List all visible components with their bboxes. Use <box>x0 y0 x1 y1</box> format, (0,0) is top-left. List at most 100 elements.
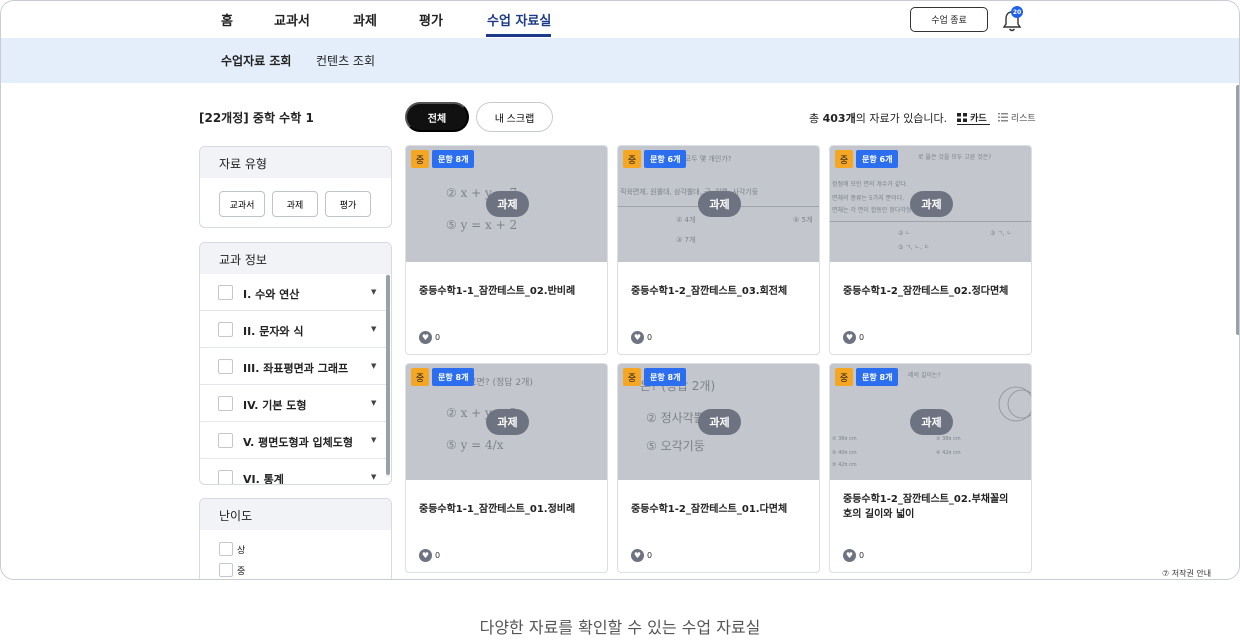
material-card[interactable]: 은? (정답 2개) ② 정사각뿔 ⑤ 오각기둥 과제 중 문항 8개 중등수학… <box>617 363 820 573</box>
card-type-pill: 과제 <box>486 191 529 217</box>
material-card[interactable]: 레의 길이는? ② 36π cm ③ 38π cm ⑤ 40π cm ④ 42π… <box>829 363 1032 573</box>
card-title: 중등수학1-2_잠깐테스트_02.정다면체 <box>843 286 1009 297</box>
total-count-text: 총 403개의 자료가 있습니다. <box>809 110 947 126</box>
view-list-toggle[interactable]: 리스트 <box>998 111 1036 124</box>
unit-label: IV. 기본 도형 <box>243 399 307 412</box>
card-type-pill: 과제 <box>698 191 741 217</box>
subnav-material-search[interactable]: 수업자료 조회 <box>221 52 291 69</box>
thumb-text: 로 옳은 것을 모두 고른 것은? <box>918 154 992 161</box>
thumb-text: ② 4개 <box>676 216 696 224</box>
unit-label: V. 평면도형과 입체도형 <box>243 436 354 449</box>
material-type-title: 자료 유형 <box>200 147 391 178</box>
material-card[interactable]: 로 옳은 것을 모두 고른 것은? 정점에 모인 면의 개수가 같다. 면체의 … <box>829 145 1032 355</box>
heart-icon[interactable]: ♥ <box>419 331 432 344</box>
course-title: [22개정] 중학 수학 1 <box>199 111 314 125</box>
like-count: 0 <box>859 333 865 342</box>
chevron-down-icon[interactable]: ▼ <box>371 473 376 481</box>
screenshot-caption: 다양한 자료를 확인할 수 있는 수업 자료실 <box>479 618 761 637</box>
active-tab-indicator <box>486 34 551 37</box>
unit-checkbox[interactable] <box>218 396 233 411</box>
thumb-text: ⑤ 40π cm <box>832 450 857 456</box>
heart-icon[interactable]: ♥ <box>631 549 644 562</box>
card-title: 중등수학1-1_잠깐테스트_02.반비례 <box>419 286 576 297</box>
nav-textbook[interactable]: 교과서 <box>274 10 310 29</box>
subnav-content-search[interactable]: 컨텐츠 조회 <box>316 52 375 69</box>
unit-list-scrollbar[interactable] <box>386 275 390 475</box>
chevron-down-icon[interactable]: ▼ <box>371 288 376 296</box>
subject-info-panel: 교과 정보 I. 수와 연산 ▼ II. 문자와 식 ▼ III. 좌표평면과 … <box>199 242 392 485</box>
thumb-text: ⑤ y = x + 2 <box>446 218 518 232</box>
unit-row[interactable]: I. 수와 연산 ▼ <box>200 274 386 311</box>
sub-navigation: 수업자료 조회 컨텐츠 조회 <box>1 38 1239 83</box>
difficulty-label: 중 <box>237 567 246 577</box>
tab-my-scrap[interactable]: 내 스크랩 <box>476 102 553 132</box>
material-card[interactable]: ② x + y = 7 ⑤ y = x + 2 과제 중 문항 8개 중등수학1… <box>405 145 608 355</box>
nav-class-materials[interactable]: 수업 자료실 <box>487 10 551 29</box>
filter-textbook-button[interactable]: 교과서 <box>219 191 265 217</box>
heart-icon[interactable]: ♥ <box>419 549 432 562</box>
chevron-down-icon[interactable]: ▼ <box>371 399 376 407</box>
unit-checkbox[interactable] <box>218 285 233 300</box>
material-card[interactable]: 고르면? (정답 2개) ② x + y = 2 ⑤ y = 4/x 과제 중 … <box>405 363 608 573</box>
unit-checkbox[interactable] <box>218 359 233 374</box>
view-list-label: 리스트 <box>1010 114 1036 124</box>
total-prefix: 총 <box>809 112 823 125</box>
thumb-text: ⑤ y = 4/x <box>446 438 504 452</box>
nav-evaluation[interactable]: 평가 <box>419 10 443 29</box>
card-question-count-badge: 문항 8개 <box>432 150 475 168</box>
thumb-text: ③ 7개 <box>676 236 696 244</box>
card-level-badge: 중 <box>411 150 429 168</box>
difficulty-title: 난이도 <box>200 499 391 530</box>
card-level-badge: 중 <box>623 368 641 386</box>
app-window: 홈 교과서 과제 평가 수업 자료실 수업 종료 20 수업자료 조회 컨텐츠 … <box>0 0 1240 580</box>
thumb-text: ③ 38π cm <box>936 436 961 442</box>
page-scrollbar[interactable] <box>1236 85 1239 335</box>
thumb-divider <box>830 221 1031 222</box>
top-navigation: 홈 교과서 과제 평가 수업 자료실 수업 종료 20 <box>1 1 1239 38</box>
material-card[interactable]: 은 모두 몇 개인가? 직육면체, 원뿔대, 삼각뿔대, 구, 원뿔, 사각기둥… <box>617 145 820 355</box>
thumb-text: ⑤ 42π cm <box>832 462 857 468</box>
unit-row[interactable]: IV. 기본 도형 ▼ <box>200 385 386 422</box>
card-type-pill: 과제 <box>910 191 953 217</box>
thumb-text: 면체의 종류는 5가지 뿐이다. <box>832 195 905 202</box>
chevron-down-icon[interactable]: ▼ <box>371 362 376 370</box>
notification-badge: 20 <box>1011 6 1023 18</box>
difficulty-panel: 난이도 상 중 <box>199 498 392 579</box>
heart-icon[interactable]: ♥ <box>631 331 644 344</box>
like-count: 0 <box>647 333 653 342</box>
nav-assignment[interactable]: 과제 <box>353 10 377 29</box>
unit-checkbox[interactable] <box>218 470 233 484</box>
unit-row[interactable]: II. 문자와 식 ▼ <box>200 311 386 348</box>
chevron-down-icon[interactable]: ▼ <box>371 325 376 333</box>
difficulty-checkbox[interactable] <box>219 563 233 577</box>
tab-all[interactable]: 전체 <box>405 102 469 132</box>
filter-assignment-button[interactable]: 과제 <box>272 191 318 217</box>
unit-row[interactable]: III. 좌표평면과 그래프 ▼ <box>200 348 386 385</box>
unit-row[interactable]: VI. 통계 ▼ <box>200 459 386 484</box>
heart-icon[interactable]: ♥ <box>843 549 856 562</box>
unit-row[interactable]: V. 평면도형과 입체도형 ▼ <box>200 422 386 459</box>
end-class-button[interactable]: 수업 종료 <box>910 7 988 32</box>
difficulty-checkbox[interactable] <box>219 542 233 556</box>
like-count: 0 <box>435 551 441 560</box>
thumb-text: ⑤ ㄱ, ㄴ, ㄷ <box>898 244 930 251</box>
thumb-text: ② 36π cm <box>832 436 857 442</box>
view-card-toggle[interactable]: 카드 <box>957 111 990 125</box>
card-question-count-badge: 문항 6개 <box>644 150 687 168</box>
like-count: 0 <box>859 551 865 560</box>
chevron-down-icon[interactable]: ▼ <box>371 436 376 444</box>
thumb-text: 정점에 모인 면의 개수가 같다. <box>832 181 908 188</box>
thumb-text: ⑤ 오각기둥 <box>646 439 705 453</box>
view-card-label: 카드 <box>970 114 987 124</box>
filter-evaluation-button[interactable]: 평가 <box>325 191 371 217</box>
unit-checkbox[interactable] <box>218 322 233 337</box>
difficulty-label: 상 <box>237 546 246 556</box>
unit-checkbox[interactable] <box>218 433 233 448</box>
card-level-badge: 중 <box>835 368 853 386</box>
card-level-badge: 중 <box>623 150 641 168</box>
heart-icon[interactable]: ♥ <box>843 331 856 344</box>
unit-label: III. 좌표평면과 그래프 <box>243 362 349 375</box>
nav-home[interactable]: 홈 <box>221 10 233 29</box>
card-type-pill: 과제 <box>698 409 741 435</box>
copyright-notice-link[interactable]: ⑦ 저작권 안내 <box>1162 568 1211 579</box>
